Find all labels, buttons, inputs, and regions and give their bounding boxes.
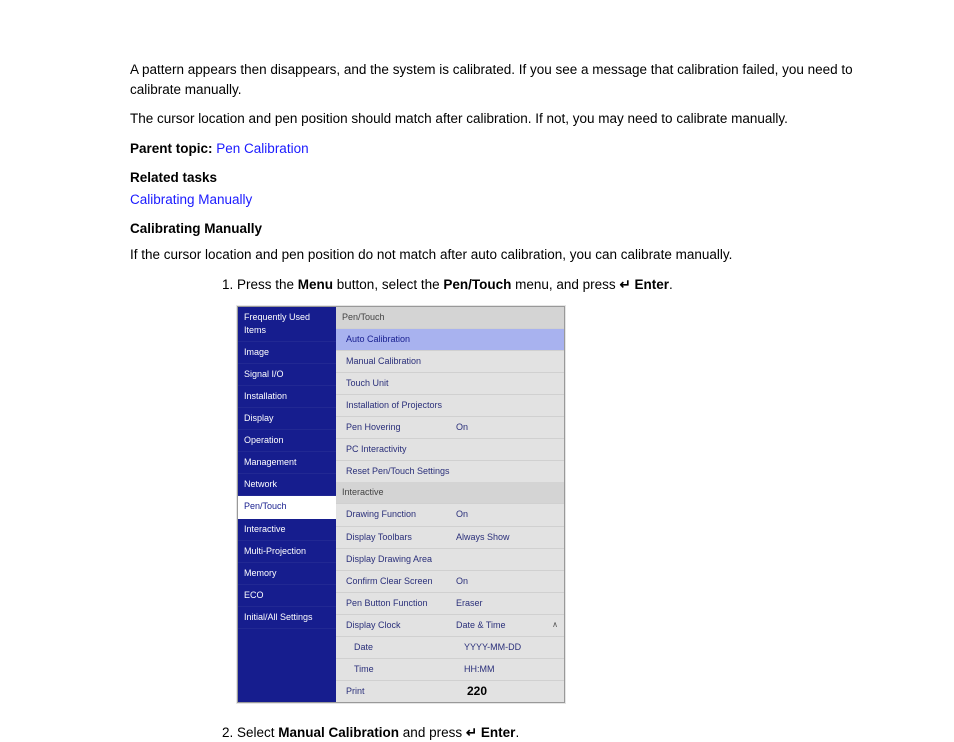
menu-right-item: Drawing FunctionOn — [336, 503, 564, 525]
step-1: Press the Menu button, select the Pen/To… — [237, 275, 884, 703]
menu-left-item: Display — [238, 408, 336, 430]
menu-right-item: Manual Calibration — [336, 350, 564, 372]
menu-right-panel: Pen/TouchAuto CalibrationManual Calibrat… — [336, 307, 564, 702]
parent-topic-link[interactable]: Pen Calibration — [216, 141, 308, 156]
menu-left-item: Multi-Projection — [238, 541, 336, 563]
menu-left-item: Operation — [238, 430, 336, 452]
parent-topic-line: Parent topic: Pen Calibration — [130, 139, 884, 159]
menu-left-item: Management — [238, 452, 336, 474]
menu-right-item: DateYYYY-MM-DD — [336, 636, 564, 658]
menu-left-item: Memory — [238, 563, 336, 585]
section-intro: If the cursor location and pen position … — [130, 245, 884, 265]
chevron-up-icon: ∧ — [552, 619, 558, 632]
menu-left-item: Signal I/O — [238, 364, 336, 386]
menu-right-item: Confirm Clear ScreenOn — [336, 570, 564, 592]
intro-paragraph-1: A pattern appears then disappears, and t… — [130, 60, 884, 99]
enter-icon: ↵ — [619, 275, 630, 295]
menu-left-item: Frequently Used Items — [238, 307, 336, 342]
menu-left-item: Image — [238, 342, 336, 364]
menu-right-item: Display ToolbarsAlways Show — [336, 526, 564, 548]
step-2: Select Manual Calibration and press ↵ En… — [237, 723, 884, 742]
menu-left-item: ECO — [238, 585, 336, 607]
section-heading: Calibrating Manually — [130, 219, 884, 239]
menu-right-item: Touch Unit — [336, 372, 564, 394]
menu-right-item: Auto Calibration — [336, 328, 564, 350]
menu-left-item: Interactive — [238, 519, 336, 541]
enter-icon: ↵ — [466, 723, 477, 742]
related-tasks-link-line: Calibrating Manually — [130, 190, 884, 210]
menu-right-item: Installation of Projectors — [336, 394, 564, 416]
menu-section-title: Interactive — [336, 482, 564, 503]
related-tasks-label: Related tasks — [130, 168, 884, 188]
menu-section-title: Pen/Touch — [336, 307, 564, 328]
menu-screenshot: Frequently Used ItemsImageSignal I/OInst… — [237, 306, 565, 703]
menu-right-item: PC Interactivity — [336, 438, 564, 460]
menu-right-item: Display Drawing Area — [336, 548, 564, 570]
menu-right-item: Pen Button FunctionEraser — [336, 592, 564, 614]
menu-right-item: Reset Pen/Touch Settings — [336, 460, 564, 482]
steps-list: Press the Menu button, select the Pen/To… — [215, 275, 884, 742]
menu-left-item: Initial/All Settings — [238, 607, 336, 629]
menu-right-item: TimeHH:MM — [336, 658, 564, 680]
menu-left-item: Pen/Touch — [238, 496, 336, 518]
intro-paragraph-2: The cursor location and pen position sho… — [130, 109, 884, 129]
menu-right-item: Pen HoveringOn — [336, 416, 564, 438]
parent-topic-label: Parent topic: — [130, 141, 213, 156]
related-task-link[interactable]: Calibrating Manually — [130, 192, 252, 207]
menu-left-item: Network — [238, 474, 336, 496]
menu-left-item: Installation — [238, 386, 336, 408]
menu-right-item: Display ClockDate & Time∧ — [336, 614, 564, 636]
menu-left-panel: Frequently Used ItemsImageSignal I/OInst… — [238, 307, 336, 702]
page-number: 220 — [0, 683, 954, 700]
